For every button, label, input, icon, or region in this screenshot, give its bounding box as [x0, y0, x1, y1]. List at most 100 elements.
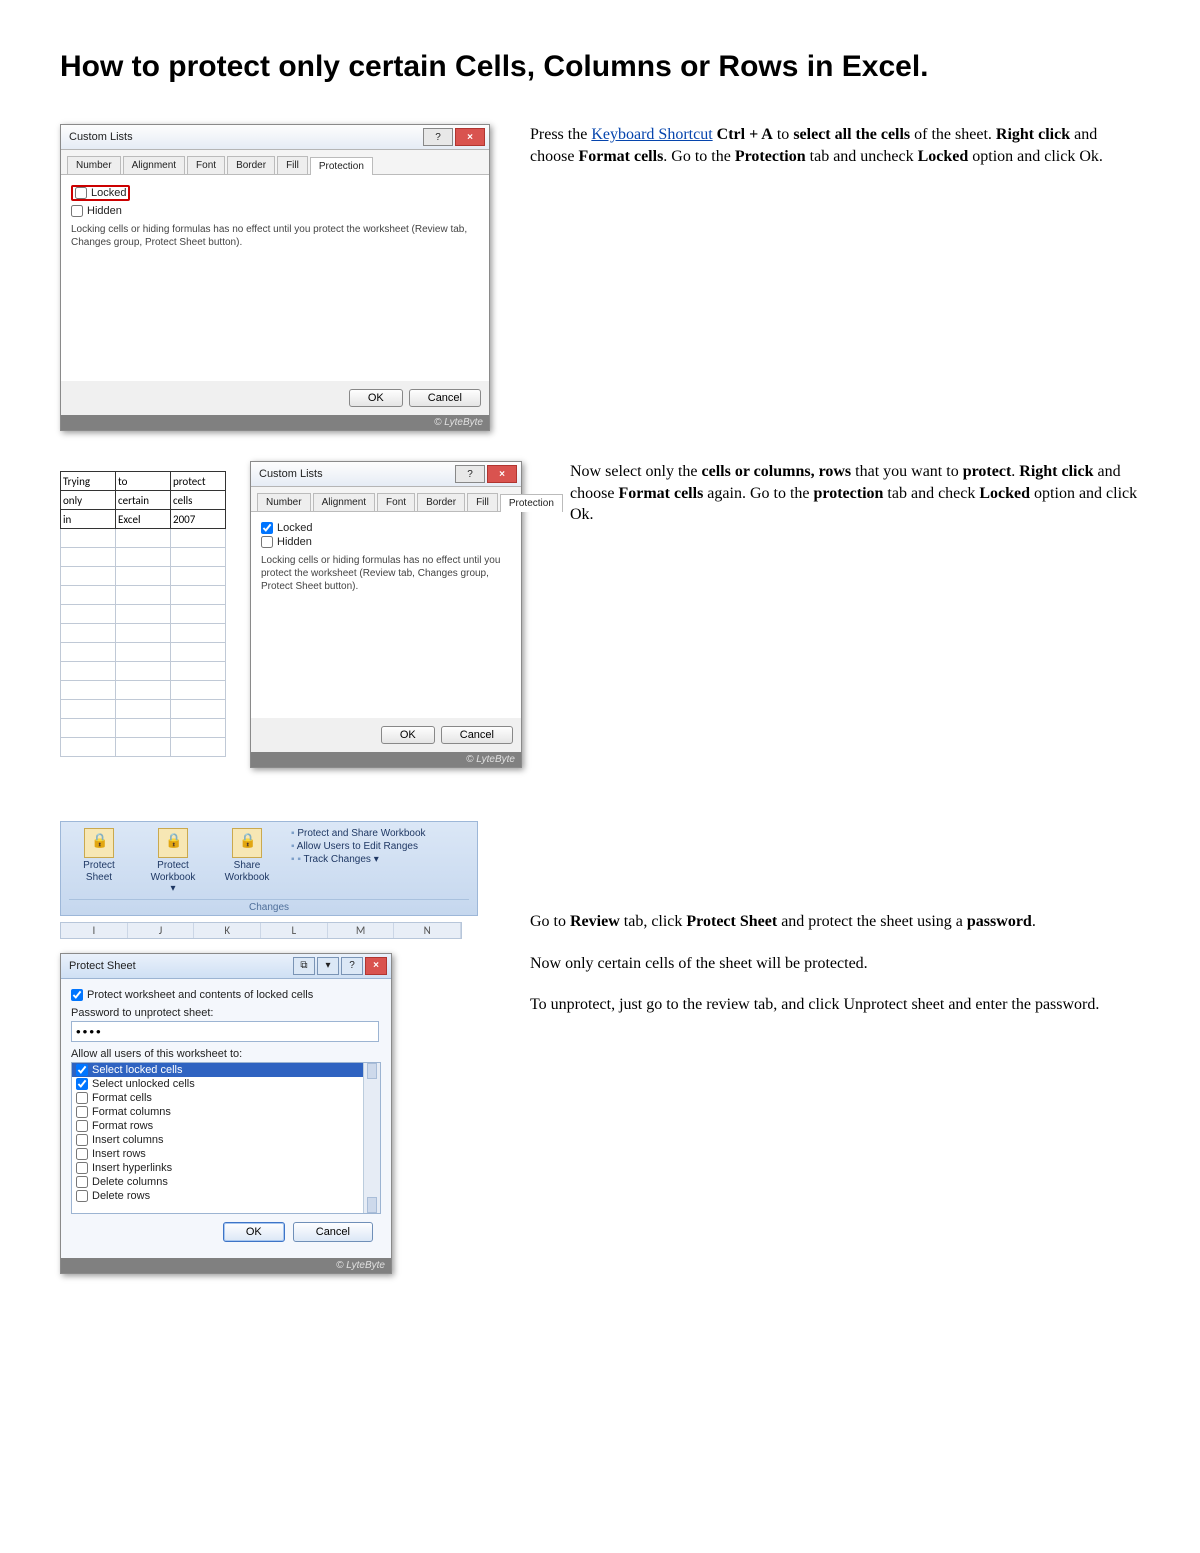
- permission-item[interactable]: Format columns: [72, 1105, 380, 1119]
- step3-text: Go to Review tab, click Protect Sheet an…: [530, 821, 1140, 1036]
- tab-fill[interactable]: Fill: [467, 493, 498, 511]
- tab-font[interactable]: Font: [187, 156, 225, 174]
- step1-text: Press the Keyboard Shortcut Ctrl + A to …: [530, 124, 1140, 187]
- tab-protection[interactable]: Protection: [310, 157, 373, 175]
- permission-item[interactable]: Delete rows: [72, 1189, 380, 1203]
- lock-icon: [84, 828, 114, 858]
- locked-checkbox-highlight: Locked: [71, 185, 130, 201]
- column-headers: IJKLMN: [60, 922, 462, 939]
- permission-label: Insert columns: [92, 1134, 164, 1146]
- review-ribbon: Protect Sheet Protect Workbook ▾ Share W…: [60, 821, 478, 916]
- permission-checkbox[interactable]: [76, 1092, 88, 1104]
- tab-number[interactable]: Number: [67, 156, 121, 174]
- locked-label: Locked: [91, 187, 126, 199]
- permission-label: Insert hyperlinks: [92, 1162, 172, 1174]
- cancel-button[interactable]: Cancel: [441, 726, 513, 744]
- permission-checkbox[interactable]: [76, 1120, 88, 1132]
- hidden-label: Hidden: [87, 205, 122, 217]
- ok-button[interactable]: OK: [223, 1222, 285, 1242]
- protect-workbook-button[interactable]: Protect Workbook ▾: [143, 828, 203, 895]
- tab-alignment[interactable]: Alignment: [123, 156, 185, 174]
- watermark: © LyteByte: [251, 752, 521, 767]
- ok-button[interactable]: OK: [349, 389, 403, 407]
- protection-note: Locking cells or hiding formulas has no …: [71, 223, 479, 249]
- permission-item[interactable]: Format cells: [72, 1091, 380, 1105]
- permission-checkbox[interactable]: [76, 1190, 88, 1202]
- excel-selection: Tryingtoprotect onlycertaincells inExcel…: [60, 471, 226, 757]
- lock-icon: [158, 828, 188, 858]
- permission-label: Select locked cells: [92, 1064, 183, 1076]
- tab-border[interactable]: Border: [417, 493, 465, 511]
- permission-label: Format cells: [92, 1092, 152, 1104]
- permission-item[interactable]: Select unlocked cells: [72, 1077, 380, 1091]
- keyboard-shortcut-link[interactable]: Keyboard Shortcut: [591, 126, 712, 143]
- format-cells-dialog-1: Custom Lists ? × Number Alignment Font B…: [60, 124, 490, 431]
- permission-item[interactable]: Select locked cells: [72, 1063, 380, 1077]
- help-button[interactable]: ?: [455, 465, 485, 483]
- permission-label: Insert rows: [92, 1148, 146, 1160]
- dialog-title: Custom Lists: [259, 468, 323, 480]
- ribbon-group-label: Changes: [69, 899, 469, 913]
- tab-border[interactable]: Border: [227, 156, 275, 174]
- permission-checkbox[interactable]: [76, 1106, 88, 1118]
- figure-2: Tryingtoprotect onlycertaincells inExcel…: [60, 461, 530, 791]
- protect-sheet-button[interactable]: Protect Sheet: [69, 828, 129, 883]
- scrollbar[interactable]: [363, 1063, 380, 1213]
- dialog-tabs: Number Alignment Font Border Fill Protec…: [61, 150, 489, 175]
- hidden-label: Hidden: [277, 536, 312, 548]
- allow-users-edit-ranges-button[interactable]: Allow Users to Edit Ranges: [291, 841, 426, 852]
- permission-item[interactable]: Format rows: [72, 1119, 380, 1133]
- locked-checkbox[interactable]: [75, 187, 87, 199]
- permission-checkbox[interactable]: [76, 1064, 88, 1076]
- track-changes-button[interactable]: Track Changes ▾: [291, 854, 426, 865]
- permission-checkbox[interactable]: [76, 1078, 88, 1090]
- page-title: How to protect only certain Cells, Colum…: [60, 50, 1140, 84]
- tab-alignment[interactable]: Alignment: [313, 493, 375, 511]
- ok-button[interactable]: OK: [381, 726, 435, 744]
- hidden-checkbox[interactable]: [261, 536, 273, 548]
- allow-label: Allow all users of this worksheet to:: [71, 1048, 381, 1060]
- toolbar-icon[interactable]: ⧉: [293, 957, 315, 975]
- tab-fill[interactable]: Fill: [277, 156, 308, 174]
- permission-item[interactable]: Delete columns: [72, 1175, 380, 1189]
- permission-checkbox[interactable]: [76, 1134, 88, 1146]
- close-button[interactable]: ×: [365, 957, 387, 975]
- password-label: Password to unprotect sheet:: [71, 1007, 381, 1019]
- share-workbook-button[interactable]: Share Workbook: [217, 828, 277, 883]
- protect-sheet-dialog: Protect Sheet ⧉ ▾ ? × Protect worksheet …: [60, 953, 392, 1274]
- format-cells-dialog-2: Custom Lists ? × Number Alignment Font B…: [250, 461, 522, 768]
- protection-note: Locking cells or hiding formulas has no …: [261, 554, 511, 593]
- tab-protection[interactable]: Protection: [500, 494, 563, 512]
- share-icon: [232, 828, 262, 858]
- protect-contents-label: Protect worksheet and contents of locked…: [87, 989, 313, 1001]
- close-button[interactable]: ×: [487, 465, 517, 483]
- close-button[interactable]: ×: [455, 128, 485, 146]
- watermark: © LyteByte: [61, 415, 489, 430]
- permission-item[interactable]: Insert rows: [72, 1147, 380, 1161]
- permission-label: Format rows: [92, 1120, 153, 1132]
- hidden-checkbox[interactable]: [71, 205, 83, 217]
- permission-label: Delete columns: [92, 1176, 168, 1188]
- password-input[interactable]: [71, 1021, 379, 1042]
- permission-item[interactable]: Insert columns: [72, 1133, 380, 1147]
- tab-font[interactable]: Font: [377, 493, 415, 511]
- dropdown-icon[interactable]: ▾: [317, 957, 339, 975]
- permissions-list[interactable]: Select locked cells Select unlocked cells…: [71, 1062, 381, 1214]
- permission-checkbox[interactable]: [76, 1176, 88, 1188]
- protect-contents-checkbox[interactable]: [71, 989, 83, 1001]
- permission-item[interactable]: Insert hyperlinks: [72, 1161, 380, 1175]
- tab-number[interactable]: Number: [257, 493, 311, 511]
- cancel-button[interactable]: Cancel: [409, 389, 481, 407]
- locked-checkbox[interactable]: [261, 522, 273, 534]
- help-button[interactable]: ?: [423, 128, 453, 146]
- dialog-title: Custom Lists: [69, 131, 133, 143]
- protect-share-workbook-button[interactable]: Protect and Share Workbook: [291, 828, 426, 839]
- permission-checkbox[interactable]: [76, 1162, 88, 1174]
- permission-label: Delete rows: [92, 1190, 150, 1202]
- cancel-button[interactable]: Cancel: [293, 1222, 373, 1242]
- permission-checkbox[interactable]: [76, 1148, 88, 1160]
- help-button[interactable]: ?: [341, 957, 363, 975]
- permission-label: Select unlocked cells: [92, 1078, 195, 1090]
- dialog-title: Protect Sheet: [69, 960, 136, 972]
- locked-label: Locked: [277, 522, 312, 534]
